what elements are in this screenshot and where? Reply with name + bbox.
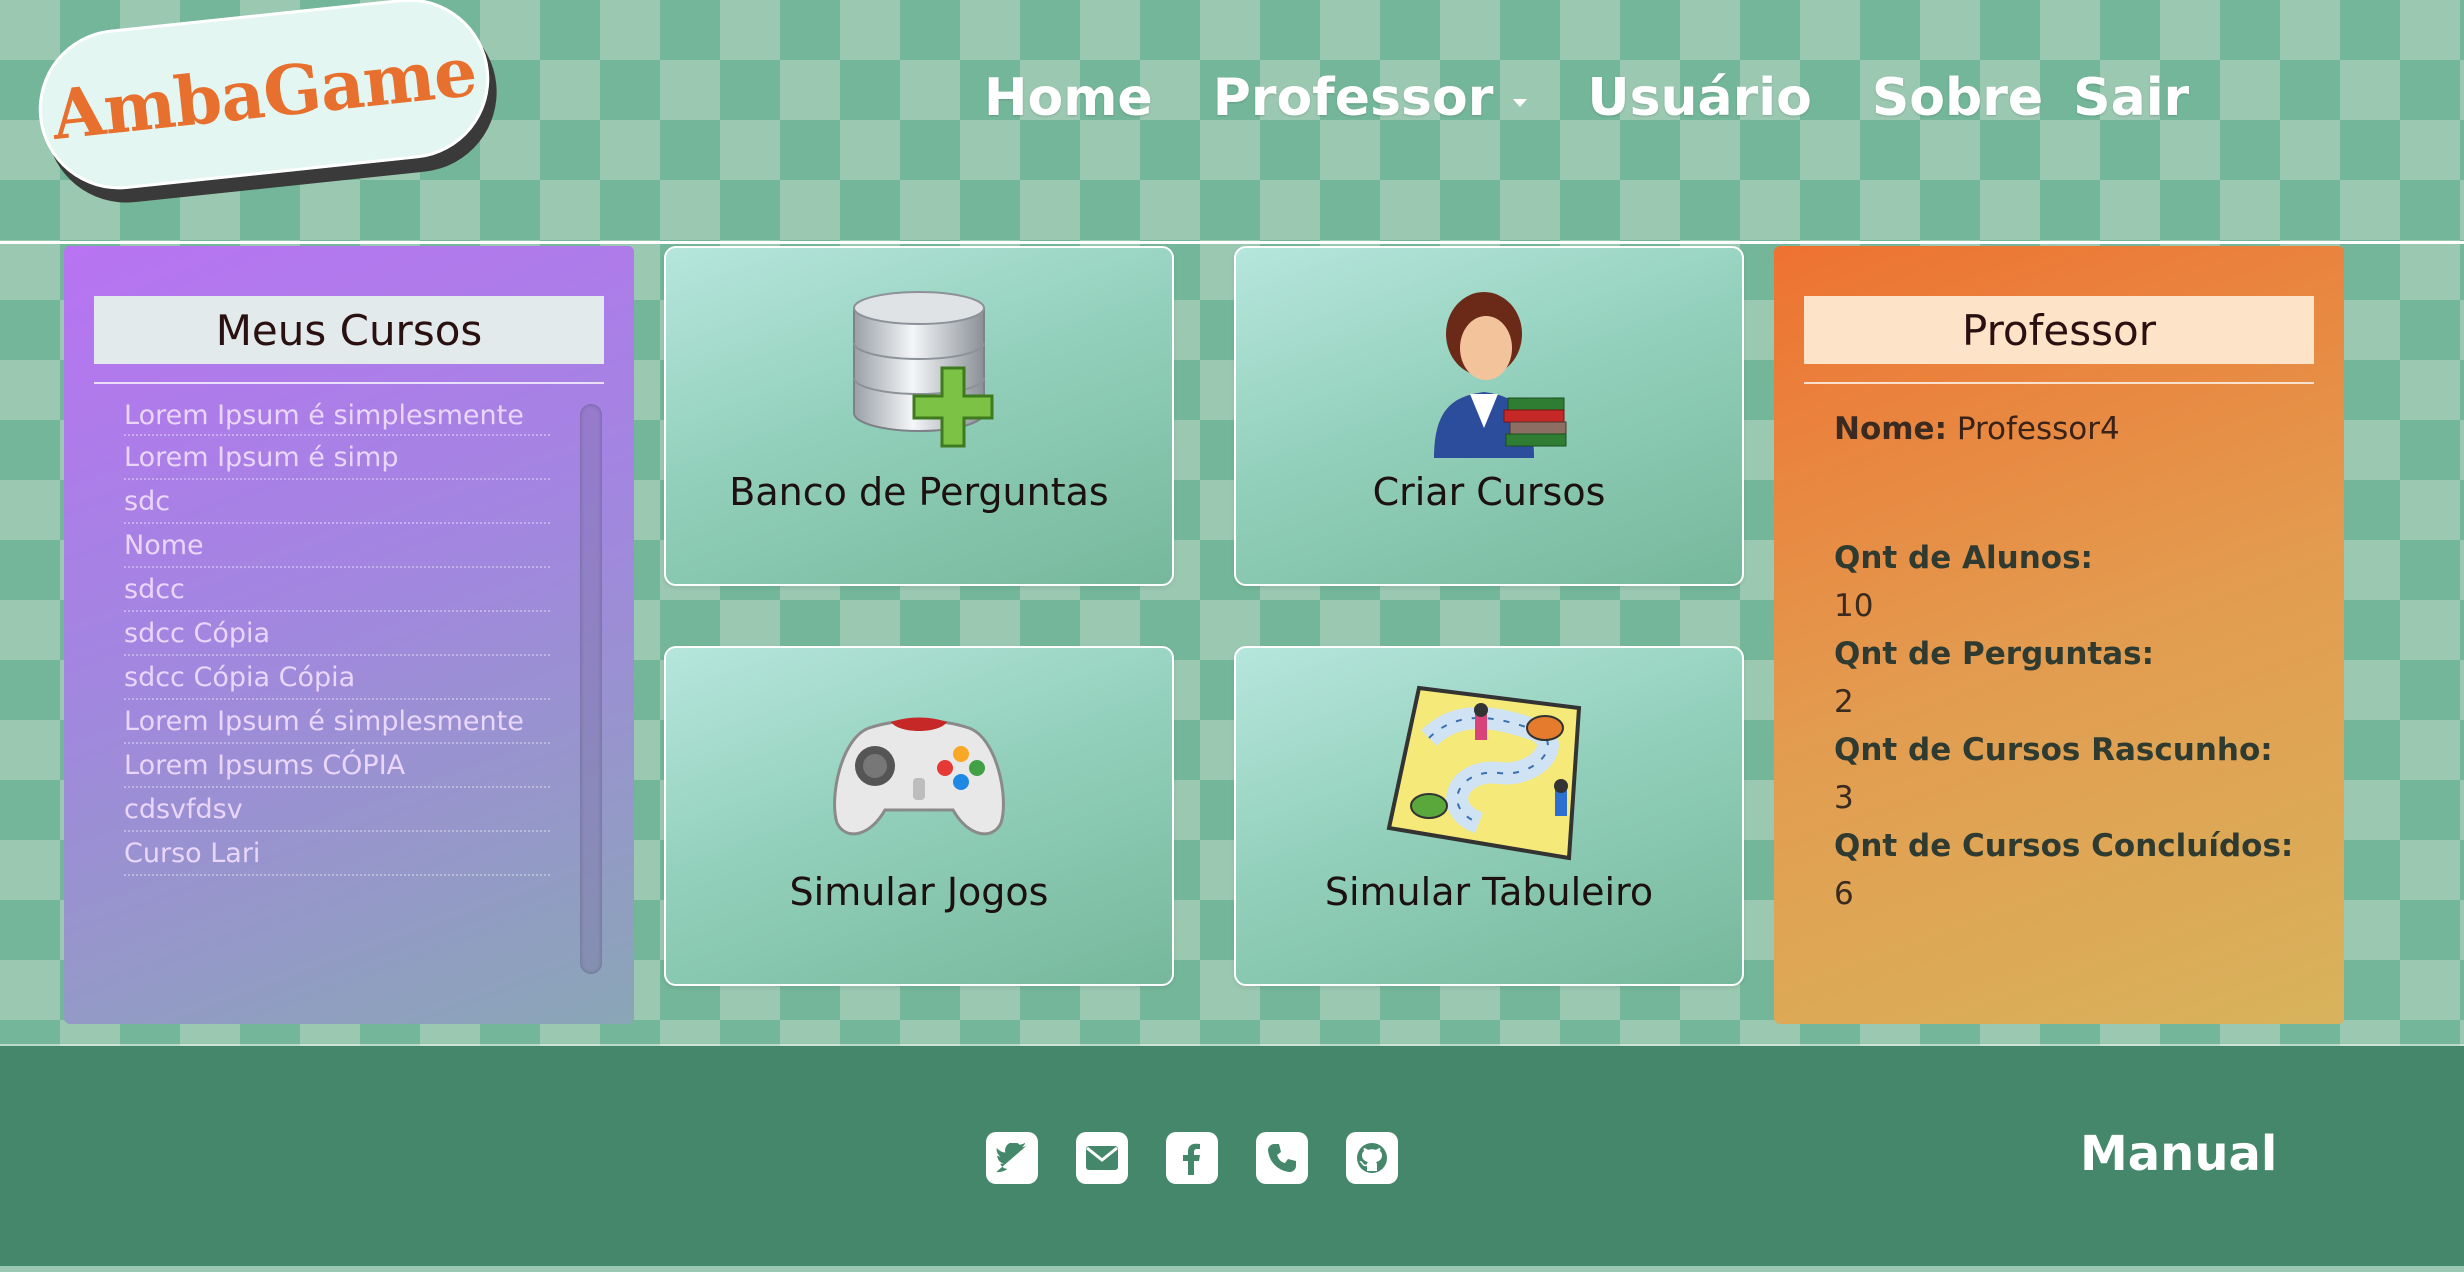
footer: Manual bbox=[0, 1046, 2464, 1272]
card-label: Simular Tabuleiro bbox=[1324, 870, 1654, 914]
course-item[interactable]: cdsvfdsv bbox=[124, 788, 550, 832]
professor-info: Nome: Professor4 Qnt de Alunos: 10 Qnt d… bbox=[1834, 406, 2314, 918]
divider bbox=[94, 382, 604, 384]
logo[interactable]: AmbaGame bbox=[30, 0, 498, 198]
course-item[interactable]: sdc bbox=[124, 480, 550, 524]
course-item[interactable]: sdcc Cópia bbox=[124, 612, 550, 656]
database-add-icon bbox=[666, 288, 1172, 458]
course-item[interactable]: sdcc Cópia Cópia bbox=[124, 656, 550, 700]
my-courses-panel: Meus Cursos Lorem Ipsum é simplesmente L… bbox=[64, 246, 634, 1024]
social-links bbox=[986, 1132, 1436, 1184]
header: AmbaGame Home Professor Usuário Sobre Sa… bbox=[0, 0, 2464, 243]
board-game-icon bbox=[1236, 685, 1742, 861]
mail-icon[interactable] bbox=[1076, 1132, 1128, 1184]
course-item[interactable]: Curso Lari bbox=[124, 832, 550, 876]
chevron-down-icon bbox=[1513, 99, 1528, 107]
card-create-courses[interactable]: Criar Cursos bbox=[1234, 246, 1744, 586]
name-label: Nome: bbox=[1834, 411, 1947, 447]
name-value: Professor4 bbox=[1956, 411, 2120, 447]
card-label: Simular Jogos bbox=[789, 870, 1049, 914]
course-item[interactable]: Lorem Ipsum é simp bbox=[124, 436, 550, 480]
course-list-scrollbar[interactable] bbox=[580, 404, 602, 974]
course-item[interactable]: Lorem Ipsum é simplesmente bbox=[124, 700, 550, 744]
professor-name-row: Nome: Professor4 bbox=[1834, 406, 2314, 452]
teacher-books-icon bbox=[1236, 288, 1742, 458]
nav-sobre[interactable]: Sobre bbox=[1872, 68, 2043, 128]
stat-label-draft-courses: Qnt de Cursos Rascunho: bbox=[1834, 732, 2273, 768]
manual-link[interactable]: Manual bbox=[2080, 1126, 2277, 1182]
card-label: Banco de Perguntas bbox=[729, 470, 1109, 514]
course-item[interactable]: Nome bbox=[124, 524, 550, 568]
nav-sair[interactable]: Sair bbox=[2073, 68, 2189, 128]
nav-usuario[interactable]: Usuário bbox=[1587, 68, 1811, 128]
nav-professor-dropdown[interactable]: Professor bbox=[1213, 68, 1528, 128]
nav-home[interactable]: Home bbox=[984, 68, 1153, 128]
course-item[interactable]: Lorem Ipsum é simplesmente bbox=[124, 396, 550, 436]
github-icon[interactable] bbox=[1346, 1132, 1398, 1184]
stat-label-completed-courses: Qnt de Cursos Concluídos: bbox=[1834, 828, 2294, 864]
card-label: Criar Cursos bbox=[1372, 470, 1606, 514]
professor-panel: Professor Nome: Professor4 Qnt de Alunos… bbox=[1774, 246, 2344, 1024]
card-simulate-games[interactable]: Simular Jogos bbox=[664, 646, 1174, 986]
facebook-icon[interactable] bbox=[1166, 1132, 1218, 1184]
header-divider bbox=[0, 241, 2464, 244]
bottom-strip bbox=[0, 1266, 2464, 1272]
divider bbox=[1804, 382, 2314, 384]
card-question-bank[interactable]: Banco de Perguntas bbox=[664, 246, 1174, 586]
stat-value-draft-courses: 3 bbox=[1834, 780, 1854, 816]
logo-text: AmbaGame bbox=[48, 31, 480, 157]
course-item[interactable]: sdcc bbox=[124, 568, 550, 612]
professor-title: Professor bbox=[1804, 296, 2314, 364]
stat-value-students: 10 bbox=[1834, 588, 1874, 624]
stat-value-completed-courses: 6 bbox=[1834, 876, 1854, 912]
my-courses-title: Meus Cursos bbox=[94, 296, 604, 364]
course-item[interactable]: Lorem Ipsums CÓPIA bbox=[124, 744, 550, 788]
main-nav: Home Professor Usuário Sobre Sair bbox=[984, 68, 2249, 128]
twitter-icon[interactable] bbox=[986, 1132, 1038, 1184]
card-simulate-board[interactable]: Simular Tabuleiro bbox=[1234, 646, 1744, 986]
stat-label-students: Qnt de Alunos: bbox=[1834, 540, 2093, 576]
gamepad-icon bbox=[666, 688, 1172, 858]
nav-professor-label: Professor bbox=[1212, 68, 1494, 128]
stat-value-questions: 2 bbox=[1834, 684, 1854, 720]
phone-icon[interactable] bbox=[1256, 1132, 1308, 1184]
course-list: Lorem Ipsum é simplesmente Lorem Ipsum é… bbox=[124, 396, 614, 876]
stat-label-questions: Qnt de Perguntas: bbox=[1834, 636, 2154, 672]
